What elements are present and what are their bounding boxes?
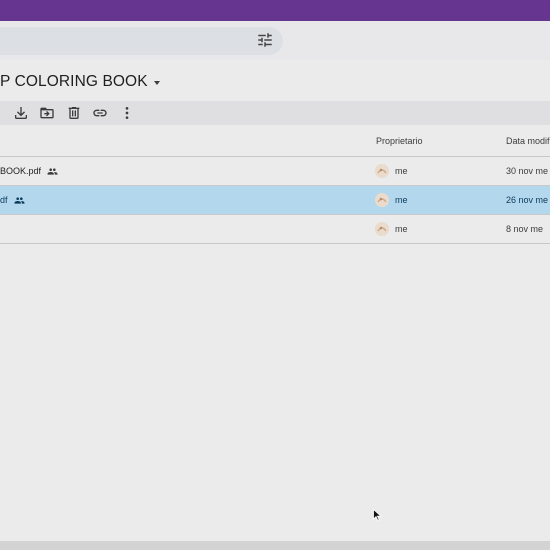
- file-row[interactable]: BOOK.pdf me 30 nov me: [0, 157, 550, 185]
- search-bar-area: [0, 21, 550, 60]
- app-top-bar: [0, 0, 550, 21]
- avatar: [375, 222, 389, 236]
- divider: [0, 243, 550, 244]
- link-icon[interactable]: [92, 105, 108, 121]
- trash-icon[interactable]: [66, 105, 82, 121]
- more-vert-icon[interactable]: [119, 105, 135, 121]
- caret-down-icon: [153, 80, 160, 85]
- folder-title: P COLORING BOOK: [0, 73, 148, 90]
- folder-title-button[interactable]: P COLORING BOOK: [0, 71, 160, 93]
- modified-date: 8 nov me: [506, 224, 544, 234]
- column-header-owner[interactable]: Proprietario: [376, 136, 423, 146]
- tune-icon[interactable]: [256, 31, 274, 49]
- avatar: [375, 164, 389, 178]
- mouse-cursor-icon: [373, 509, 382, 521]
- file-row[interactable]: me 8 nov me: [0, 215, 550, 243]
- selection-toolbar: [0, 101, 550, 125]
- download-icon[interactable]: [13, 105, 29, 121]
- owner-name: me: [395, 195, 408, 205]
- modified-date: 26 nov me: [506, 195, 549, 205]
- file-name: df: [0, 195, 8, 205]
- people-icon: [14, 196, 24, 204]
- file-name: BOOK.pdf: [0, 166, 42, 176]
- horizontal-scrollbar[interactable]: [0, 541, 550, 550]
- move-to-folder-icon[interactable]: [39, 105, 55, 121]
- avatar: [375, 193, 389, 207]
- file-row[interactable]: df me 26 nov me: [0, 186, 550, 214]
- modified-date: 30 nov me: [506, 166, 549, 176]
- column-header-modified[interactable]: Data modif: [506, 136, 550, 146]
- owner-name: me: [395, 166, 408, 176]
- people-icon: [47, 167, 58, 175]
- search-input[interactable]: [0, 27, 283, 55]
- owner-name: me: [395, 224, 408, 234]
